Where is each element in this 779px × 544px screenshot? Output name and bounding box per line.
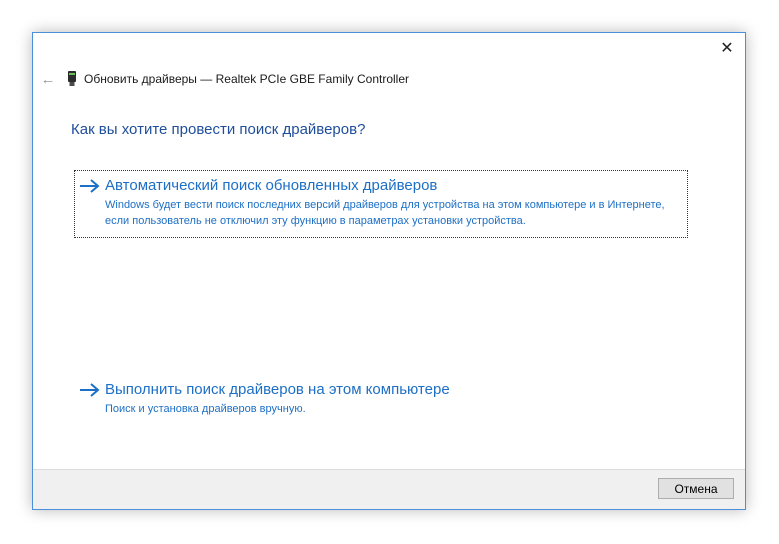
update-drivers-dialog: ✕ ← Обновить драйверы — Realtek PCIe GBE… [32, 32, 746, 510]
dialog-footer: Отмена [33, 469, 745, 509]
auto-search-option[interactable]: Автоматический поиск обновленных драйвер… [74, 170, 688, 238]
page-heading: Как вы хотите провести поиск драйверов? [71, 121, 366, 138]
auto-search-title-row: Автоматический поиск обновленных драйвер… [79, 177, 683, 194]
browse-computer-option[interactable]: Выполнить поиск драйверов на этом компью… [74, 374, 688, 426]
close-button[interactable]: ✕ [715, 37, 739, 59]
dialog-title: Обновить драйверы — Realtek PCIe GBE Fam… [84, 72, 409, 86]
back-button[interactable]: ← [39, 70, 57, 88]
browse-computer-title-row: Выполнить поиск драйверов на этом компью… [79, 381, 683, 398]
auto-search-title: Автоматический поиск обновленных драйвер… [105, 177, 438, 194]
arrow-right-icon [80, 382, 100, 397]
cancel-button[interactable]: Отмена [658, 478, 734, 499]
browse-computer-description: Поиск и установка драйверов вручную. [105, 403, 306, 415]
close-icon: ✕ [720, 40, 734, 57]
browse-computer-title: Выполнить поиск драйверов на этом компью… [105, 381, 450, 398]
device-manager-icon [68, 71, 76, 86]
dialog-header: ← Обновить драйверы — Realtek PCIe GBE F… [39, 69, 410, 89]
arrow-right-icon [80, 178, 100, 193]
back-arrow-icon: ← [40, 70, 56, 88]
desktop-background: ✕ ← Обновить драйверы — Realtek PCIe GBE… [0, 0, 779, 544]
auto-search-description: Windows будет вести поиск последних верс… [105, 199, 665, 227]
